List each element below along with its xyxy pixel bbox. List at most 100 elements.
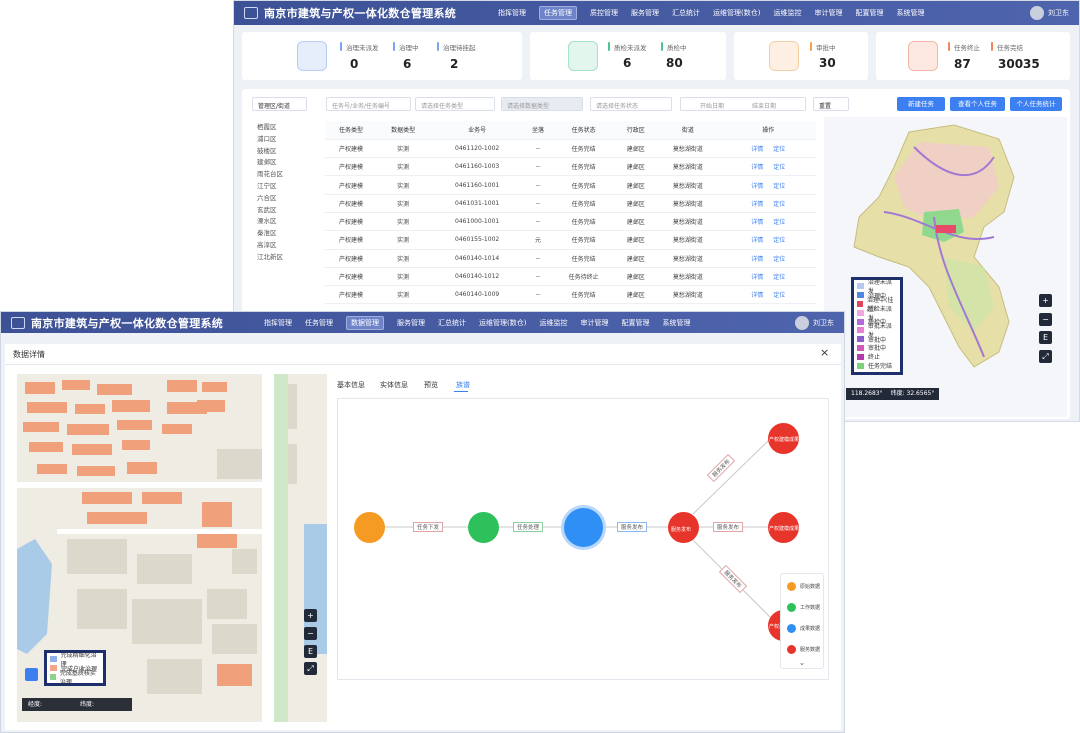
- locate-link[interactable]: 定位: [773, 183, 785, 190]
- tree-item[interactable]: 秦淮区: [257, 228, 283, 240]
- lineage-graph[interactable]: 服务发布 产权建模成果 产权建模成果 产权建模成果 任务下发 任务处理 服务发布…: [337, 398, 829, 680]
- nav-item[interactable]: 运维管理(数仓): [479, 318, 526, 328]
- table-cell: 0461031-1001: [429, 194, 526, 213]
- new-task-button[interactable]: 新建任务: [897, 97, 945, 111]
- detail-link[interactable]: 详情: [751, 201, 763, 208]
- tab-preview[interactable]: 预览: [424, 380, 438, 390]
- data-type-select[interactable]: 请选择数据类型: [501, 97, 583, 111]
- tree-item[interactable]: 建邺区: [257, 157, 283, 169]
- nav-item[interactable]: 任务管理: [305, 318, 333, 328]
- tree-item[interactable]: 浦口区: [257, 134, 283, 146]
- nav-item-active[interactable]: 数据管理: [346, 315, 384, 330]
- table-row[interactable]: 产权建模 实测 0461000-1001 -- 任务完结 建邺区 莫愁湖街道 详情 定位: [325, 212, 816, 232]
- tree-item[interactable]: 江宁区: [257, 181, 283, 193]
- zoom-in-button[interactable]: +: [1039, 294, 1052, 307]
- locate-link[interactable]: 定位: [773, 146, 785, 153]
- date-range[interactable]: 开始日期 结束日期: [680, 97, 806, 111]
- table-row[interactable]: 产权建模 实测 0461160-1003 -- 任务完结 建邺区 莫愁湖街道 详情 定位: [325, 157, 816, 177]
- fullscreen-button[interactable]: ⤢: [304, 662, 317, 675]
- nav-item[interactable]: 配置管理: [855, 8, 883, 18]
- result-node[interactable]: [564, 508, 603, 547]
- nav-item[interactable]: 系统管理: [662, 318, 690, 328]
- stat-label: 质检未派发: [614, 44, 647, 52]
- table-row[interactable]: 产权建模 实测 0460155-1002 元任务完结 建邺区 莫愁湖街道 详情 定位: [325, 230, 816, 250]
- nav-item[interactable]: 运维监控: [539, 318, 567, 328]
- my-tasks-button[interactable]: 查看个人任务: [950, 97, 1005, 111]
- user-menu[interactable]: 刘卫东: [1030, 6, 1069, 20]
- compass-button[interactable]: E: [304, 645, 317, 658]
- locate-link[interactable]: 定位: [773, 292, 785, 299]
- nav-item-active[interactable]: 任务管理: [539, 6, 577, 20]
- tree-item[interactable]: 六合区: [257, 193, 283, 205]
- legend-label: 成果数据: [800, 626, 821, 632]
- table-row[interactable]: 产权建模 实测 0460140-1014 -- 任务完结 建邺区 莫愁湖街道 详情 定位: [325, 249, 816, 268]
- map-marker[interactable]: [936, 225, 956, 233]
- search-input[interactable]: 任务号/业务/任务编号: [326, 97, 411, 111]
- table-row[interactable]: 产权建模 实测 0460140-1012 -- 任务待终止 建邺区 莫愁湖街道 详情 定位: [325, 267, 816, 287]
- source-node[interactable]: [354, 512, 385, 543]
- nav-item[interactable]: 汇总统计: [672, 8, 700, 18]
- user-menu[interactable]: 刘卫东: [795, 315, 834, 330]
- detail-link[interactable]: 详情: [751, 292, 763, 299]
- table-row[interactable]: 产权建模 实测 0461031-1001 -- 任务完结 建邺区 莫愁湖街道 详情 定位: [325, 194, 816, 213]
- compass-button[interactable]: E: [1039, 331, 1052, 344]
- locate-link[interactable]: 定位: [773, 237, 785, 244]
- close-icon[interactable]: ×: [820, 346, 829, 359]
- nav-item[interactable]: 服务管理: [397, 318, 425, 328]
- zoom-out-button[interactable]: −: [304, 627, 317, 640]
- detail-link[interactable]: 详情: [751, 164, 763, 171]
- nav-item[interactable]: 服务管理: [631, 8, 659, 18]
- detail-link[interactable]: 详情: [751, 274, 763, 281]
- actions-cell: 详情 定位: [720, 285, 816, 305]
- tree-item[interactable]: 溧水区: [257, 216, 283, 228]
- tab-entity-info[interactable]: 实体信息: [380, 380, 408, 390]
- table-cell: 莫愁湖街道: [655, 267, 721, 287]
- locate-link[interactable]: 定位: [773, 256, 785, 263]
- table-cell: 0461120-1002: [429, 139, 526, 159]
- zoom-in-button[interactable]: +: [304, 609, 317, 622]
- nav-item[interactable]: 指挥管理: [498, 8, 526, 18]
- locate-link[interactable]: 定位: [773, 274, 785, 281]
- table-row[interactable]: 产权建模 实测 0461120-1002 -- 任务完结 建邺区 莫愁湖街道 详情 定位: [325, 139, 816, 159]
- layers-icon[interactable]: [25, 668, 38, 681]
- table-cell: 元: [525, 230, 552, 250]
- tree-item[interactable]: 江北新区: [257, 252, 283, 264]
- nav-item[interactable]: 运维监控: [773, 8, 801, 18]
- locate-link[interactable]: 定位: [773, 201, 785, 208]
- tree-item[interactable]: 鼓楼区: [257, 146, 283, 158]
- nav-item[interactable]: 配置管理: [621, 318, 649, 328]
- zoom-out-button[interactable]: −: [1039, 313, 1052, 326]
- app-title: 南京市建筑与产权一体化数仓管理系统: [31, 316, 224, 330]
- nav-item[interactable]: 运维管理(数仓): [713, 8, 760, 18]
- fullscreen-button[interactable]: ⤢: [1039, 350, 1052, 363]
- detail-link[interactable]: 详情: [751, 219, 763, 226]
- reset-button[interactable]: 重置: [813, 97, 849, 111]
- tree-item[interactable]: 雨花台区: [257, 169, 283, 181]
- legend-item: 终止: [857, 352, 897, 361]
- tab-lineage[interactable]: 族谱: [456, 380, 470, 390]
- tree-item[interactable]: 玄武区: [257, 205, 283, 217]
- nav-item[interactable]: 审计管理: [580, 318, 608, 328]
- tree-item[interactable]: 栖霞区: [257, 122, 283, 134]
- locate-link[interactable]: 定位: [773, 219, 785, 226]
- district-select[interactable]: 管理区/街道: [252, 97, 307, 111]
- task-stats-button[interactable]: 个人任务统计: [1010, 97, 1062, 111]
- nav-item[interactable]: 系统管理: [896, 8, 924, 18]
- chevron-down-icon[interactable]: ⌄: [781, 658, 823, 667]
- tab-basic-info[interactable]: 基本信息: [337, 380, 365, 390]
- nav-item[interactable]: 汇总统计: [438, 318, 466, 328]
- table-row[interactable]: 产权建模 实测 0460140-1009 -- 任务完结 建邺区 莫愁湖街道 详情 定位: [325, 285, 816, 305]
- locate-link[interactable]: 定位: [773, 164, 785, 171]
- detail-link[interactable]: 详情: [751, 183, 763, 190]
- nav-item[interactable]: 质控管理: [590, 8, 618, 18]
- task-type-select[interactable]: 请选择任务类型: [415, 97, 495, 111]
- detail-link[interactable]: 详情: [751, 256, 763, 263]
- task-state-select[interactable]: 请选择任务状态: [590, 97, 672, 111]
- work-node[interactable]: [468, 512, 499, 543]
- tree-item[interactable]: 高淳区: [257, 240, 283, 252]
- detail-link[interactable]: 详情: [751, 146, 763, 153]
- table-row[interactable]: 产权建模 实测 0461160-1001 -- 任务完结 建邺区 莫愁湖街道 详情 定位: [325, 175, 816, 195]
- detail-link[interactable]: 详情: [751, 237, 763, 244]
- nav-item[interactable]: 审计管理: [814, 8, 842, 18]
- nav-item[interactable]: 指挥管理: [264, 318, 292, 328]
